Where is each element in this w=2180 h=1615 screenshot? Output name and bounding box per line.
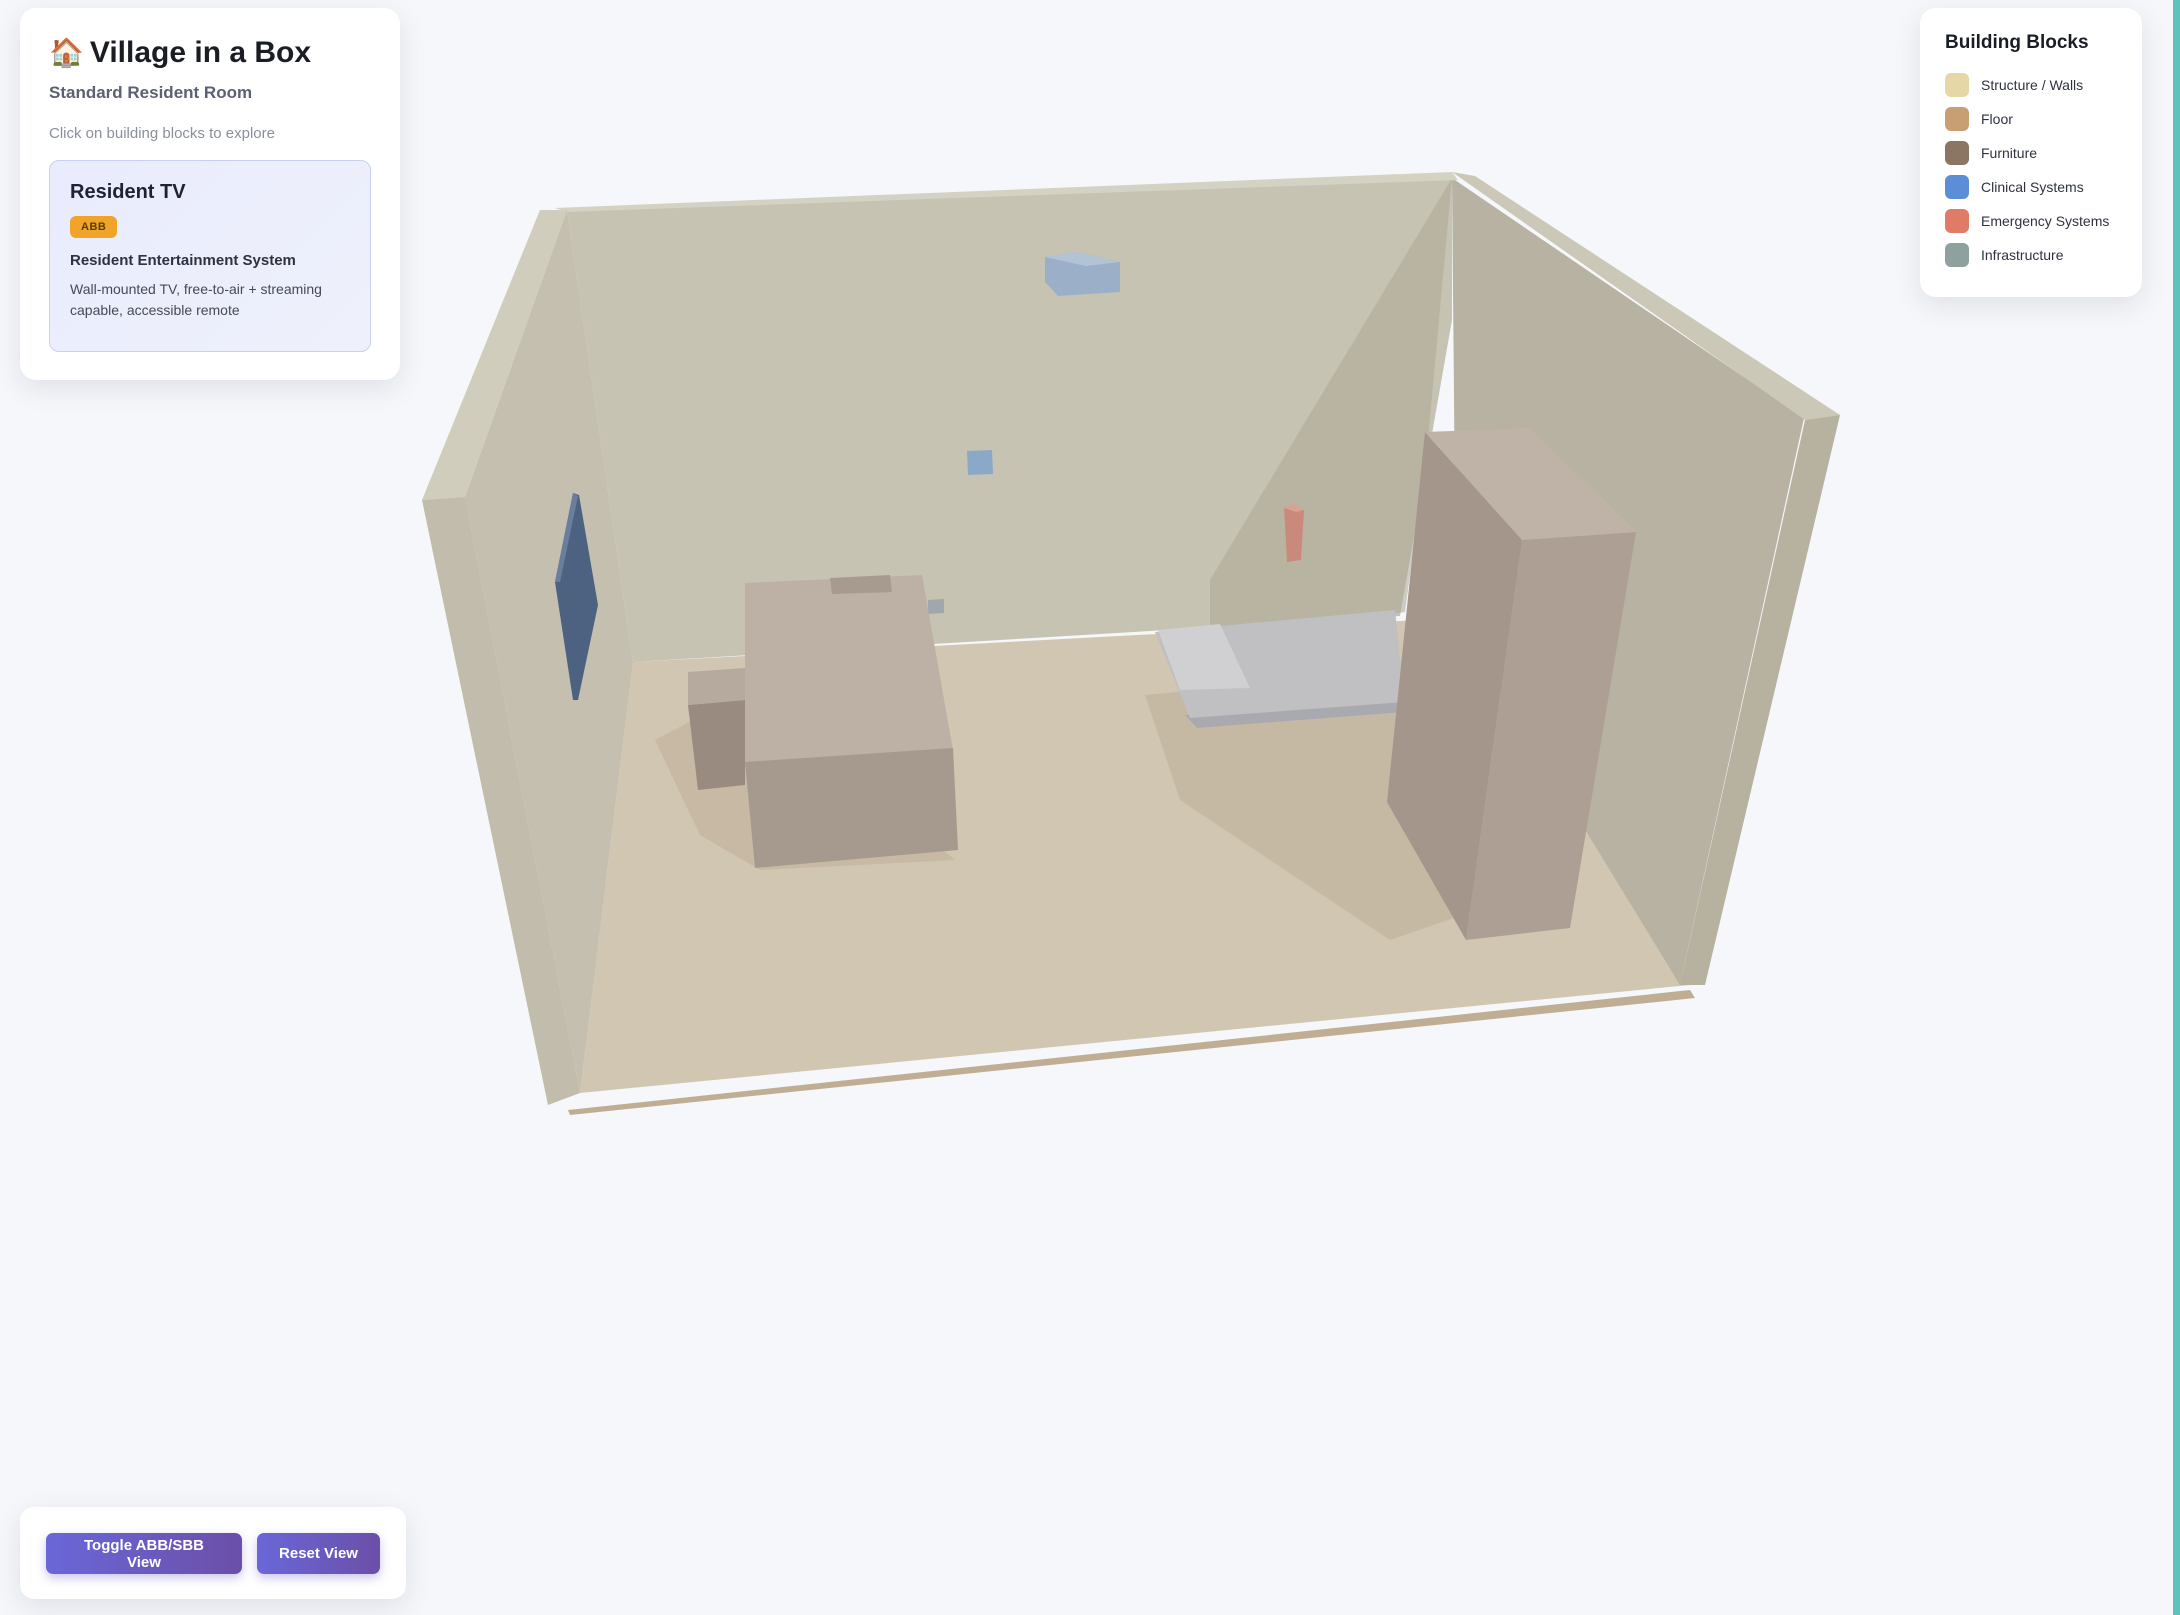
legend-label: Infrastructure bbox=[1981, 247, 2064, 263]
legend-item-clinical: Clinical Systems bbox=[1945, 170, 2117, 204]
chair-side[interactable] bbox=[688, 700, 745, 790]
legend-swatch bbox=[1945, 73, 1969, 97]
selected-block-title: Resident TV bbox=[70, 181, 186, 203]
emergency-call-point[interactable] bbox=[1284, 508, 1304, 562]
legend-panel: Building Blocks Structure / Walls Floor … bbox=[1920, 8, 2142, 297]
legend-label: Emergency Systems bbox=[1981, 213, 2110, 229]
app-title: 🏠 Village in a Box bbox=[49, 36, 371, 69]
house-icon: 🏠 bbox=[49, 37, 84, 68]
legend-swatch bbox=[1945, 243, 1969, 267]
desk-top[interactable] bbox=[745, 575, 953, 762]
legend-item-furniture: Furniture bbox=[1945, 136, 2117, 170]
selected-block-name: Resident Entertainment System bbox=[70, 252, 296, 269]
toggle-abb-sbb-button[interactable]: Toggle ABB/SBB View bbox=[46, 1533, 242, 1574]
reset-view-button[interactable]: Reset View bbox=[257, 1533, 380, 1574]
wall-outlet[interactable] bbox=[928, 599, 944, 614]
legend-swatch bbox=[1945, 209, 1969, 233]
controls-panel: Toggle ABB/SBB View Reset View bbox=[20, 1507, 406, 1599]
legend-title: Building Blocks bbox=[1945, 32, 2089, 53]
scrollbar-edge bbox=[2173, 0, 2180, 1615]
legend-item-infrastructure: Infrastructure bbox=[1945, 238, 2117, 272]
selected-block-description: Wall-mounted TV, free-to-air + streaming… bbox=[70, 281, 322, 318]
legend-label: Floor bbox=[1981, 111, 2013, 127]
legend-swatch bbox=[1945, 141, 1969, 165]
desk-back-edge bbox=[830, 575, 892, 594]
wall-sensor[interactable] bbox=[967, 450, 993, 475]
info-panel: 🏠 Village in a Box Standard Resident Room… bbox=[20, 8, 400, 380]
app-title-text: Village in a Box bbox=[89, 36, 312, 69]
legend-item-emergency: Emergency Systems bbox=[1945, 204, 2117, 238]
desk-front[interactable] bbox=[745, 748, 958, 868]
chair-top bbox=[688, 668, 745, 705]
legend-item-structure: Structure / Walls bbox=[1945, 68, 2117, 102]
legend-label: Structure / Walls bbox=[1981, 77, 2084, 93]
explore-hint: Click on building blocks to explore bbox=[49, 125, 275, 142]
legend-label: Clinical Systems bbox=[1981, 179, 2084, 195]
legend-item-floor: Floor bbox=[1945, 102, 2117, 136]
selected-block-card: Resident TV ABB Resident Entertainment S… bbox=[49, 160, 371, 352]
abb-badge: ABB bbox=[70, 216, 118, 238]
legend-swatch bbox=[1945, 175, 1969, 199]
legend-swatch bbox=[1945, 107, 1969, 131]
room-subtitle: Standard Resident Room bbox=[49, 83, 253, 102]
legend-label: Furniture bbox=[1981, 145, 2038, 161]
